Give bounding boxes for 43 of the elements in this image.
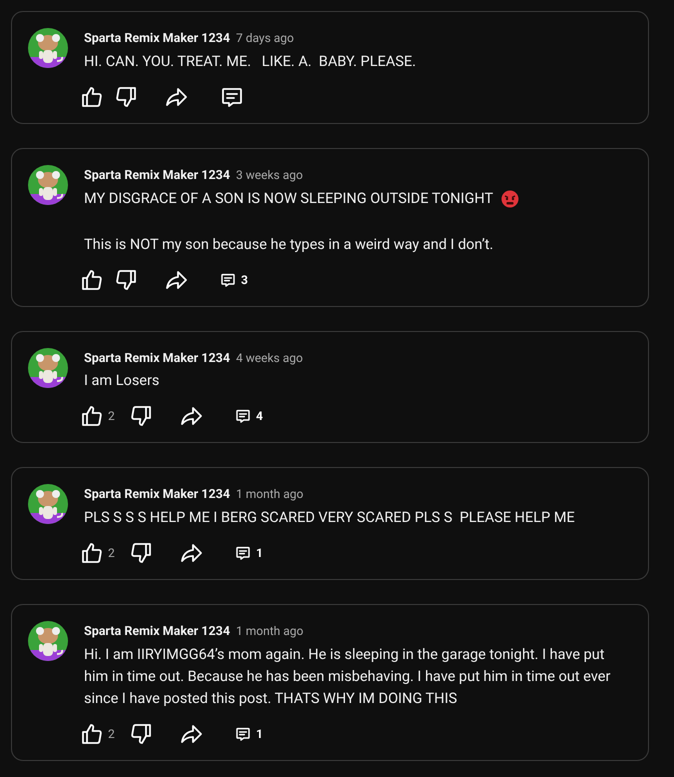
comment-time[interactable]: 1 month ago xyxy=(236,485,304,504)
avatar xyxy=(28,348,68,388)
author-name[interactable]: Sparta Remix Maker 1234 xyxy=(84,30,230,49)
thumbs-up-icon[interactable] xyxy=(80,404,104,428)
comment-text: This is NOT my son because he types in a weird way and I don’t. xyxy=(84,234,494,254)
avatar xyxy=(28,621,68,661)
thumbs-up-icon[interactable] xyxy=(80,722,104,746)
reply-count[interactable]: 4 xyxy=(256,407,263,426)
like-count: 2 xyxy=(108,726,115,743)
thumbs-up-icon[interactable] xyxy=(80,268,104,292)
thumbs-down-icon[interactable] xyxy=(129,722,153,746)
avatar xyxy=(28,164,68,205)
avatar xyxy=(28,484,68,524)
reply-count[interactable]: 3 xyxy=(241,270,248,288)
comment-time[interactable]: 4 weeks ago xyxy=(236,348,303,366)
thumbs-down-icon[interactable] xyxy=(129,541,153,565)
share-icon[interactable] xyxy=(179,541,203,565)
thumbs-up-icon[interactable] xyxy=(80,541,104,565)
comment-text: Hi. I am IIRYIMGG64’s mom again. He is sleeping in the garage tonight. I have put him in time out. Because he has been misbehaving. I have put him in time out ever since I have posted this post. THATS WHY IM DOING THIS xyxy=(84,644,612,709)
like-count: 2 xyxy=(108,545,115,562)
comment-text: I am Losers xyxy=(84,371,160,392)
author-name[interactable]: Sparta Remix Maker 1234 xyxy=(84,623,230,642)
avatar xyxy=(28,28,68,68)
comment-icon[interactable] xyxy=(235,408,251,424)
comment-time[interactable]: 1 month ago xyxy=(236,622,304,640)
comment-time[interactable]: 3 weeks ago xyxy=(236,166,303,184)
comment-time[interactable]: 7 days ago xyxy=(236,29,294,47)
author-name[interactable]: Sparta Remix Maker 1234 xyxy=(84,166,230,186)
comment-icon[interactable] xyxy=(235,545,251,561)
comment-text: MY DISGRACE OF A SON IS NOW SLEEPING OUTSIDE TONIGHT xyxy=(84,188,494,208)
thumbs-up-icon[interactable] xyxy=(80,84,104,109)
reply-count[interactable]: 1 xyxy=(256,724,263,743)
author-name[interactable]: Sparta Remix Maker 1234 xyxy=(84,486,230,505)
comment-icon[interactable] xyxy=(220,272,236,288)
like-count: 2 xyxy=(108,408,115,426)
author-name[interactable]: Sparta Remix Maker 1234 xyxy=(84,350,230,368)
comment-icon[interactable] xyxy=(235,726,251,742)
comment-text: PLS S S S HELP ME I BERG SCARED VERY SCARED PLS S PLEASE HELP ME xyxy=(84,508,575,528)
thumbs-down-icon[interactable] xyxy=(129,404,153,428)
thumbs-down-icon[interactable] xyxy=(114,268,138,292)
comment-text: HI. CAN. YOU. TREAT. ME. LIKE. A. BABY. PLEASE. xyxy=(84,52,416,72)
thumbs-down-icon[interactable] xyxy=(114,84,138,109)
reply-count[interactable]: 1 xyxy=(256,544,263,562)
